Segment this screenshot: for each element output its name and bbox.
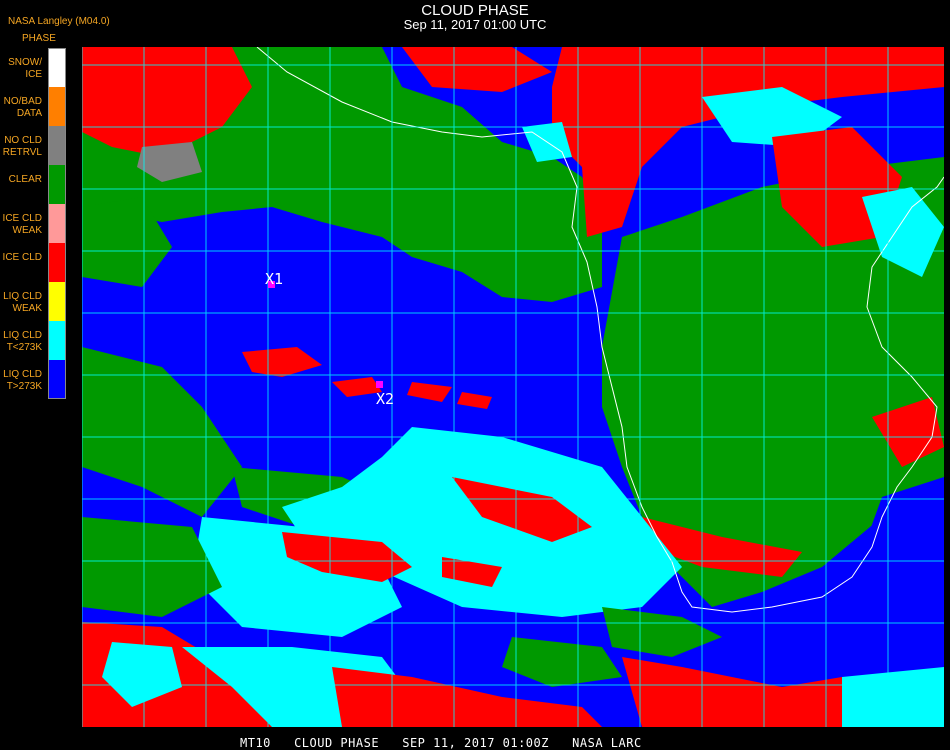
marker-label: X1 <box>265 270 283 288</box>
legend-label: NO/BAD DATA <box>3 96 42 119</box>
legend-label: SNOW/ ICE <box>8 57 42 80</box>
marker-label: X2 <box>376 390 394 408</box>
legend-swatch <box>48 48 66 87</box>
legend-heading: PHASE <box>22 33 56 44</box>
legend-label: LIQ CLD T<273K <box>3 330 42 353</box>
marker-point <box>376 381 383 388</box>
legend-swatch <box>48 360 66 399</box>
legend-swatch <box>48 204 66 243</box>
producer-label: NASA Langley (M04.0) <box>8 16 110 27</box>
legend-label: LIQ CLD T>273K <box>3 369 42 392</box>
legend-item-liq-cld-weak: LIQ CLD WEAK <box>0 282 66 321</box>
legend-item-liq-cld-cold: LIQ CLD T<273K <box>0 321 66 360</box>
map-timestamp: Sep 11, 2017 01:00 UTC <box>403 17 547 32</box>
legend-item-snow-ice: SNOW/ ICE <box>0 48 66 87</box>
legend-swatch <box>48 165 66 204</box>
legend-swatch <box>48 321 66 360</box>
footer-caption: MT10 CLOUD PHASE SEP 11, 2017 01:00Z NAS… <box>240 736 642 750</box>
legend-label: NO CLD RETRVL <box>2 135 42 158</box>
legend-label: ICE CLD WEAK <box>2 213 42 236</box>
legend-swatch <box>48 126 66 165</box>
legend-item-clear: CLEAR <box>0 165 66 204</box>
legend-label: CLEAR <box>8 174 42 185</box>
legend-item-ice-cld-weak: ICE CLD WEAK <box>0 204 66 243</box>
legend-label: ICE CLD <box>2 252 42 263</box>
legend-item-ice-cld: ICE CLD <box>0 243 66 282</box>
phase-legend: SNOW/ ICE NO/BAD DATA NO CLD RETRVL CLEA… <box>0 48 66 399</box>
legend-item-no-bad-data: NO/BAD DATA <box>0 87 66 126</box>
legend-swatch <box>48 87 66 126</box>
legend-item-no-cld-retrvl: NO CLD RETRVL <box>0 126 66 165</box>
legend-swatch <box>48 282 66 321</box>
cloud-phase-map: X1 X2 <box>82 47 944 727</box>
legend-label: LIQ CLD WEAK <box>3 291 42 314</box>
phase-region-cold-liquid <box>842 667 944 727</box>
legend-swatch <box>48 243 66 282</box>
legend-item-liq-cld-warm: LIQ CLD T>273K <box>0 360 66 399</box>
